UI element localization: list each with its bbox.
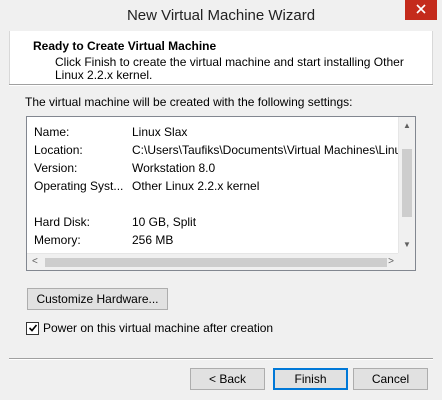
scroll-right-arrow-icon[interactable]: > — [388, 256, 394, 267]
power-on-checkbox[interactable] — [26, 321, 39, 335]
wizard-footer: < Back Finish Cancel — [9, 360, 433, 396]
vertical-scroll-thumb[interactable] — [402, 149, 412, 217]
close-icon — [416, 3, 426, 17]
power-on-option[interactable]: Power on this virtual machine after crea… — [26, 321, 273, 335]
scrollbar-corner — [398, 253, 415, 270]
finish-button[interactable]: Finish — [273, 368, 348, 390]
setting-value: Other Linux 2.2.x kernel — [132, 179, 260, 193]
setting-label: Version: — [34, 161, 78, 175]
power-on-checkbox-label: Power on this virtual machine after crea… — [43, 321, 274, 335]
setting-value: 10 GB, Split — [132, 215, 197, 229]
settings-summary-box[interactable]: Name: Linux Slax Location: C:\Users\Tauf… — [26, 116, 416, 271]
scroll-left-arrow-icon[interactable]: < — [32, 256, 38, 267]
setting-label: Hard Disk: — [34, 215, 91, 229]
wizard-body: The virtual machine will be created with… — [9, 86, 433, 358]
setting-value: Linux Slax — [132, 125, 188, 139]
title-bar[interactable]: New Virtual Machine Wizard — [0, 0, 442, 31]
header-title: Ready to Create Virtual Machine — [33, 39, 217, 53]
back-button[interactable]: < Back — [190, 368, 265, 390]
header-description: Click Finish to create the virtual machi… — [55, 55, 404, 82]
setting-value: Workstation 8.0 — [132, 161, 216, 175]
setting-label: Operating Syst... — [34, 179, 124, 193]
checkmark-icon — [28, 323, 38, 333]
cancel-button[interactable]: Cancel — [353, 368, 428, 390]
horizontal-scroll-thumb[interactable] — [45, 258, 387, 267]
vertical-scrollbar[interactable]: ▲ ▼ — [398, 117, 415, 253]
settings-intro: The virtual machine will be created with… — [25, 95, 353, 109]
wizard-header: Ready to Create Virtual Machine Click Fi… — [9, 31, 433, 84]
window-title: New Virtual Machine Wizard — [126, 7, 316, 24]
close-button[interactable] — [405, 0, 437, 20]
customize-hardware-button[interactable]: Customize Hardware... — [27, 288, 168, 310]
horizontal-scrollbar[interactable]: < > — [27, 253, 399, 270]
scroll-up-arrow-icon[interactable]: ▲ — [403, 121, 411, 130]
setting-value: 256 MB — [132, 233, 174, 247]
setting-label: Name: — [34, 125, 70, 139]
wizard-window: New Virtual Machine Wizard Ready to Crea… — [0, 0, 442, 400]
setting-value: C:\Users\Taufiks\Documents\Virtual Machi… — [132, 143, 402, 157]
setting-label: Location: — [34, 143, 83, 157]
scroll-down-arrow-icon[interactable]: ▼ — [403, 240, 411, 249]
setting-label: Memory: — [34, 233, 81, 247]
